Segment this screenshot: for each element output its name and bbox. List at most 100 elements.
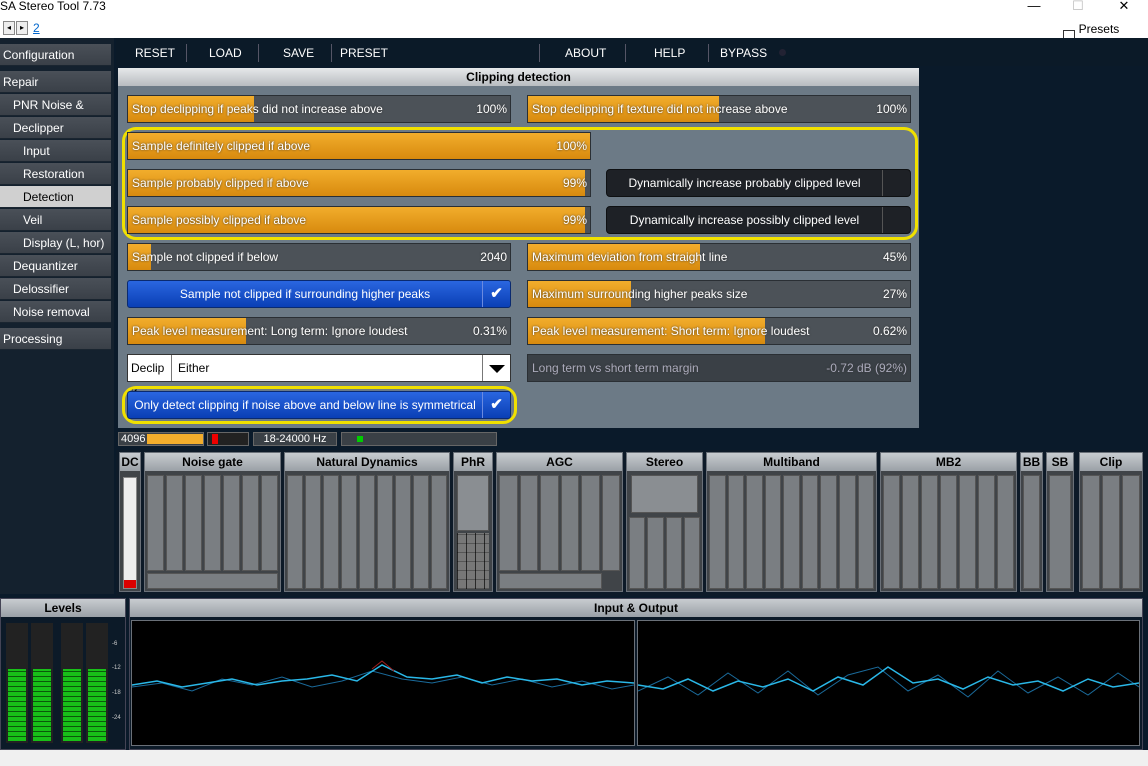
slider-label: Sample definitely clipped if above (132, 139, 311, 153)
signal-indicator (341, 432, 497, 446)
preset-button[interactable]: PRESET (340, 44, 388, 62)
module-title: PhR (454, 453, 492, 471)
slider-label: Peak level measurement: Short term: Igno… (532, 324, 810, 338)
slider-label: Maximum deviation from straight line (532, 250, 728, 264)
module-clip[interactable]: Clip (1079, 452, 1143, 592)
toggle-label: Sample not clipped if surrounding higher… (179, 287, 431, 301)
module-bb[interactable]: BB (1020, 452, 1043, 592)
slider-label: Stop declipping if texture did not incre… (532, 102, 788, 116)
slider-label: Maximum surrounding higher peaks size (532, 287, 748, 301)
peak-long-slider[interactable]: Peak level measurement: Long term: Ignor… (127, 317, 511, 345)
module-sb[interactable]: SB (1046, 452, 1074, 592)
close-button[interactable]: ✕ (1104, 0, 1144, 14)
bypass-led-icon (779, 49, 786, 56)
top-menu (116, 38, 1148, 66)
select-prefix: Declip if (128, 355, 172, 401)
slider-label: Peak level measurement: Long term: Ignor… (132, 324, 408, 338)
sidebar-item-input[interactable]: Input (0, 140, 111, 162)
output-scope (637, 620, 1140, 746)
stop-peaks-slider[interactable]: Stop declipping if peaks did not increas… (127, 95, 511, 123)
sidebar-item-delossifier[interactable]: Delossifier (0, 278, 111, 300)
symmetrical-toggle[interactable]: Only detect clipping if noise above and … (127, 391, 511, 419)
module-title: DC (120, 453, 140, 471)
possibly-clipped-slider[interactable]: Sample possibly clipped if above 99% (127, 206, 591, 234)
load-button[interactable]: LOAD (209, 44, 242, 62)
module-phr[interactable]: PhR (453, 452, 493, 592)
sidebar-item-noise-removal[interactable]: Noise removal (0, 301, 111, 323)
io-title: Input & Output (130, 599, 1142, 617)
definitely-clipped-slider[interactable]: Sample definitely clipped if above 100% (127, 132, 591, 160)
max-deviation-slider[interactable]: Maximum deviation from straight line 45% (527, 243, 911, 271)
module-title: BB (1021, 453, 1042, 471)
level-meter (31, 623, 53, 743)
sidebar-item-veil[interactable]: Veil (0, 209, 111, 231)
sidebar-item-dequantizer[interactable]: Dequantizer (0, 255, 111, 277)
declip-if-select[interactable]: Declip if Either (127, 354, 511, 401)
toggle-label: Dynamically increase possibly clipped le… (629, 213, 860, 227)
slider-value: 99% (562, 213, 587, 227)
sidebar-item-processing[interactable]: Processing (0, 328, 111, 350)
toggle-check-icon (882, 207, 910, 233)
dyn-possibly-toggle[interactable]: Dynamically increase possibly clipped le… (606, 206, 911, 234)
title-bar: SA Stereo Tool 7.73 — ☐ ✕ (0, 0, 1148, 16)
module-stereo[interactable]: Stereo (626, 452, 703, 592)
dyn-probably-toggle[interactable]: Dynamically increase probably clipped le… (606, 169, 911, 197)
save-button[interactable]: SAVE (283, 44, 314, 62)
forward-arrow-icon[interactable]: ▸ (16, 21, 28, 35)
sidebar-item-repair[interactable]: Repair (0, 71, 111, 93)
module-natural-dynamics[interactable]: Natural Dynamics (284, 452, 450, 592)
sidebar-item-declipper[interactable]: Declipper (0, 117, 111, 139)
slider-value: 100% (876, 102, 907, 116)
not-clipped-below-slider[interactable]: Sample not clipped if below 2040 (127, 243, 511, 271)
sidebar-item-pnr[interactable]: PNR Noise & Hum (0, 94, 111, 134)
max-surrounding-slider[interactable]: Maximum surrounding higher peaks size 27% (527, 280, 911, 308)
chevron-down-icon[interactable] (482, 355, 510, 381)
probably-clipped-slider[interactable]: Sample probably clipped if above 99% (127, 169, 591, 197)
buffer-indicator: 4096 (118, 432, 204, 446)
menu-separator (258, 44, 259, 62)
module-title: SB (1047, 453, 1073, 471)
levels-panel: Levels -6 -12 -18 -24 (0, 598, 126, 750)
module-mb2[interactable]: MB2 (880, 452, 1017, 592)
back-arrow-icon[interactable]: ◂ (3, 21, 15, 35)
module-title: Stereo (627, 453, 702, 471)
module-multiband[interactable]: Multiband (706, 452, 877, 592)
sidebar-item-configuration[interactable]: Configuration (0, 44, 111, 66)
module-title: MB2 (881, 453, 1016, 471)
module-noise-gate[interactable]: Noise gate (144, 452, 281, 592)
bypass-button[interactable]: BYPASS (720, 44, 767, 62)
menu-separator (186, 44, 187, 62)
maximize-button[interactable]: ☐ (1058, 0, 1098, 14)
freq-range: 18-24000 Hz (253, 432, 337, 446)
window-title: SA Stereo Tool 7.73 (0, 0, 106, 13)
check-icon: ✔ (482, 281, 510, 307)
levels-title: Levels (1, 599, 125, 617)
menu-separator (539, 44, 540, 62)
cpu-bar (212, 434, 218, 444)
level-meter (6, 623, 28, 743)
sidebar-item-restoration[interactable]: Restoration (0, 163, 111, 185)
about-button[interactable]: ABOUT (565, 44, 606, 62)
level-tick: -24 (112, 715, 121, 721)
input-waveform (131, 660, 635, 692)
stop-texture-slider[interactable]: Stop declipping if texture did not incre… (527, 95, 911, 123)
surrounding-peaks-toggle[interactable]: Sample not clipped if surrounding higher… (127, 280, 511, 308)
sidebar-item-display[interactable]: Display (L, hor) (0, 232, 111, 254)
check-icon: ✔ (482, 392, 510, 418)
peak-short-slider[interactable]: Peak level measurement: Short term: Igno… (527, 317, 911, 345)
module-dc[interactable]: DC (119, 452, 141, 592)
slider-value: -0.72 dB (92%) (826, 361, 907, 375)
page-link[interactable]: 2 (33, 21, 40, 35)
module-agc[interactable]: AGC (496, 452, 623, 592)
slider-label: Stop declipping if peaks did not increas… (132, 102, 383, 116)
slider-value: 0.31% (472, 324, 507, 338)
sidebar-item-detection[interactable]: Detection (0, 186, 111, 208)
menu-separator (708, 44, 709, 62)
margin-slider: Long term vs short term margin -0.72 dB (… (527, 354, 911, 382)
level-tick: -12 (112, 665, 121, 671)
reset-button[interactable]: RESET (135, 44, 175, 62)
module-title: Noise gate (145, 453, 280, 471)
minimize-button[interactable]: — (1014, 0, 1054, 14)
module-title: Natural Dynamics (285, 453, 449, 471)
help-button[interactable]: HELP (654, 44, 685, 62)
